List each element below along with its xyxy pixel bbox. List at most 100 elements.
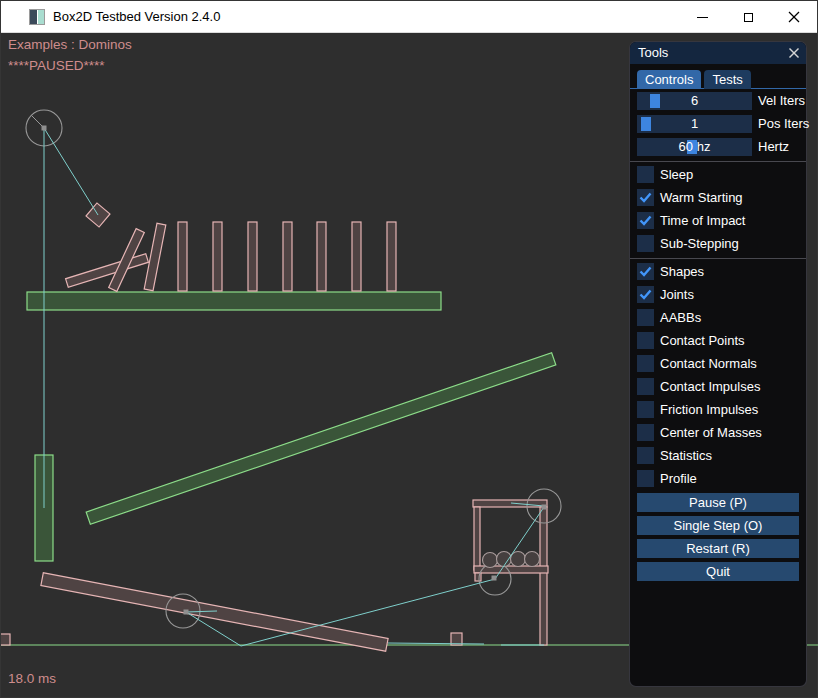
app-icon (29, 9, 45, 25)
vel-iters-slider[interactable]: 6 (637, 92, 752, 110)
joint-anchor (184, 610, 189, 615)
checkbox[interactable] (637, 378, 654, 395)
slider-row: 6Vel Iters (637, 92, 799, 110)
action-buttons: Pause (P) Single Step (O) Restart (R) Quit (637, 493, 799, 581)
checkbox-label: Center of Masses (660, 424, 762, 441)
checkbox-label: Time of Impact (660, 212, 745, 229)
joint-line (388, 643, 484, 644)
checkbox-label: Profile (660, 470, 697, 487)
checkbox-row-aabbs[interactable]: AABBs (637, 309, 799, 326)
checkbox[interactable] (637, 235, 654, 252)
dynamic-body (178, 222, 187, 291)
slider-row: 1Pos Iters (637, 115, 799, 133)
slider-label: Pos Iters (758, 115, 809, 133)
dynamic-body (283, 222, 292, 291)
joint-line (44, 128, 98, 215)
simulation-canvas[interactable]: Examples : Dominos ****PAUSED**** 18.0 m… (1, 33, 817, 697)
check-icon (637, 189, 654, 206)
tools-panel: Tools ControlsTests 6Vel Iters1Pos Iters… (629, 41, 807, 687)
app-window: Box2D Testbed Version 2.4.0 Examples : D… (0, 0, 818, 698)
checkbox[interactable] (637, 447, 654, 464)
checkbox-row-time-of-impact[interactable]: Time of Impact (637, 212, 799, 229)
dynamic-body (474, 507, 480, 570)
hertz-slider[interactable]: 60 hz (637, 138, 752, 156)
checkbox[interactable] (637, 309, 654, 326)
dynamic-body (41, 573, 388, 652)
checkbox[interactable] (637, 189, 654, 206)
dynamic-body (352, 222, 361, 291)
quit-button[interactable]: Quit (637, 562, 799, 581)
checkbox-row-joints[interactable]: Joints (637, 286, 799, 303)
checkbox-label: Warm Starting (660, 189, 743, 206)
checkbox-row-friction-impulses[interactable]: Friction Impulses (637, 401, 799, 418)
checkbox-row-profile[interactable]: Profile (637, 470, 799, 487)
pos-iters-slider[interactable]: 1 (637, 115, 752, 133)
slider-label: Hertz (758, 138, 789, 156)
draw-option-checkboxes: Shapes Joints AABBs Contact Points Contact N… (637, 263, 799, 487)
checkbox[interactable] (637, 212, 654, 229)
checkbox-label: Joints (660, 286, 694, 303)
checkbox[interactable] (637, 332, 654, 349)
tools-panel-title: Tools (638, 42, 668, 64)
dynamic-body (540, 507, 547, 645)
checkbox-row-center-of-masses[interactable]: Center of Masses (637, 424, 799, 441)
slider-row: 60 hz Hertz (637, 138, 799, 156)
joint-anchor (42, 126, 47, 131)
dynamic-body (1, 634, 10, 645)
checkbox-label: AABBs (660, 309, 701, 326)
joint-anchor (542, 505, 547, 510)
checkbox-label: Sub-Stepping (660, 235, 739, 252)
dynamic-body (213, 222, 222, 291)
minimize-button[interactable] (679, 1, 725, 33)
checkbox[interactable] (637, 286, 654, 303)
checkbox-row-sleep[interactable]: Sleep (637, 166, 799, 183)
check-icon (637, 212, 654, 229)
separator (630, 258, 806, 259)
tools-panel-titlebar[interactable]: Tools (630, 42, 806, 64)
slider-value: 1 (637, 115, 752, 133)
checkbox-row-warm-starting[interactable]: Warm Starting (637, 189, 799, 206)
close-button[interactable] (771, 1, 817, 33)
pause-p-button[interactable]: Pause (P) (637, 493, 799, 512)
slider-label: Vel Iters (758, 92, 805, 110)
checkbox-row-statistics[interactable]: Statistics (637, 447, 799, 464)
close-icon (788, 11, 800, 23)
checkbox-row-contact-impulses[interactable]: Contact Impulses (637, 378, 799, 395)
sim-option-checkboxes: Sleep Warm Starting Time of Impact Sub-Step… (637, 166, 799, 252)
dynamic-body (248, 222, 257, 291)
tools-close-icon[interactable] (788, 47, 800, 59)
checkbox-label: Friction Impulses (660, 401, 758, 418)
checkbox-row-shapes[interactable]: Shapes (637, 263, 799, 280)
checkbox[interactable] (637, 470, 654, 487)
ball-body (497, 552, 512, 567)
checkbox-label: Contact Normals (660, 355, 757, 372)
checkbox-label: Contact Impulses (660, 378, 760, 395)
frame-time-label: 18.0 ms (8, 671, 56, 686)
static-body (27, 292, 441, 310)
ball-body (525, 552, 540, 567)
dynamic-body (317, 222, 326, 291)
restart-r-button[interactable]: Restart (R) (637, 539, 799, 558)
tab-tests[interactable]: Tests (704, 70, 750, 89)
checkbox[interactable] (637, 424, 654, 441)
checkbox-row-sub-stepping[interactable]: Sub-Stepping (637, 235, 799, 252)
check-icon (637, 263, 654, 280)
checkbox-row-contact-points[interactable]: Contact Points (637, 332, 799, 349)
paused-label: ****PAUSED**** (8, 58, 105, 73)
dynamic-body (387, 222, 396, 291)
tab-controls[interactable]: Controls (637, 70, 701, 89)
maximize-button[interactable] (725, 1, 771, 33)
dynamic-body (473, 500, 547, 507)
checkbox-label: Sleep (660, 166, 693, 183)
checkbox[interactable] (637, 263, 654, 280)
checkbox[interactable] (637, 401, 654, 418)
dynamic-body (66, 254, 149, 288)
checkbox-label: Statistics (660, 447, 712, 464)
window-titlebar: Box2D Testbed Version 2.4.0 (1, 1, 817, 33)
maximize-icon (744, 13, 753, 22)
checkbox[interactable] (637, 355, 654, 372)
checkbox-row-contact-normals[interactable]: Contact Normals (637, 355, 799, 372)
single-step-o-button[interactable]: Single Step (O) (637, 516, 799, 535)
checkbox[interactable] (637, 166, 654, 183)
example-label: Examples : Dominos (8, 37, 132, 52)
